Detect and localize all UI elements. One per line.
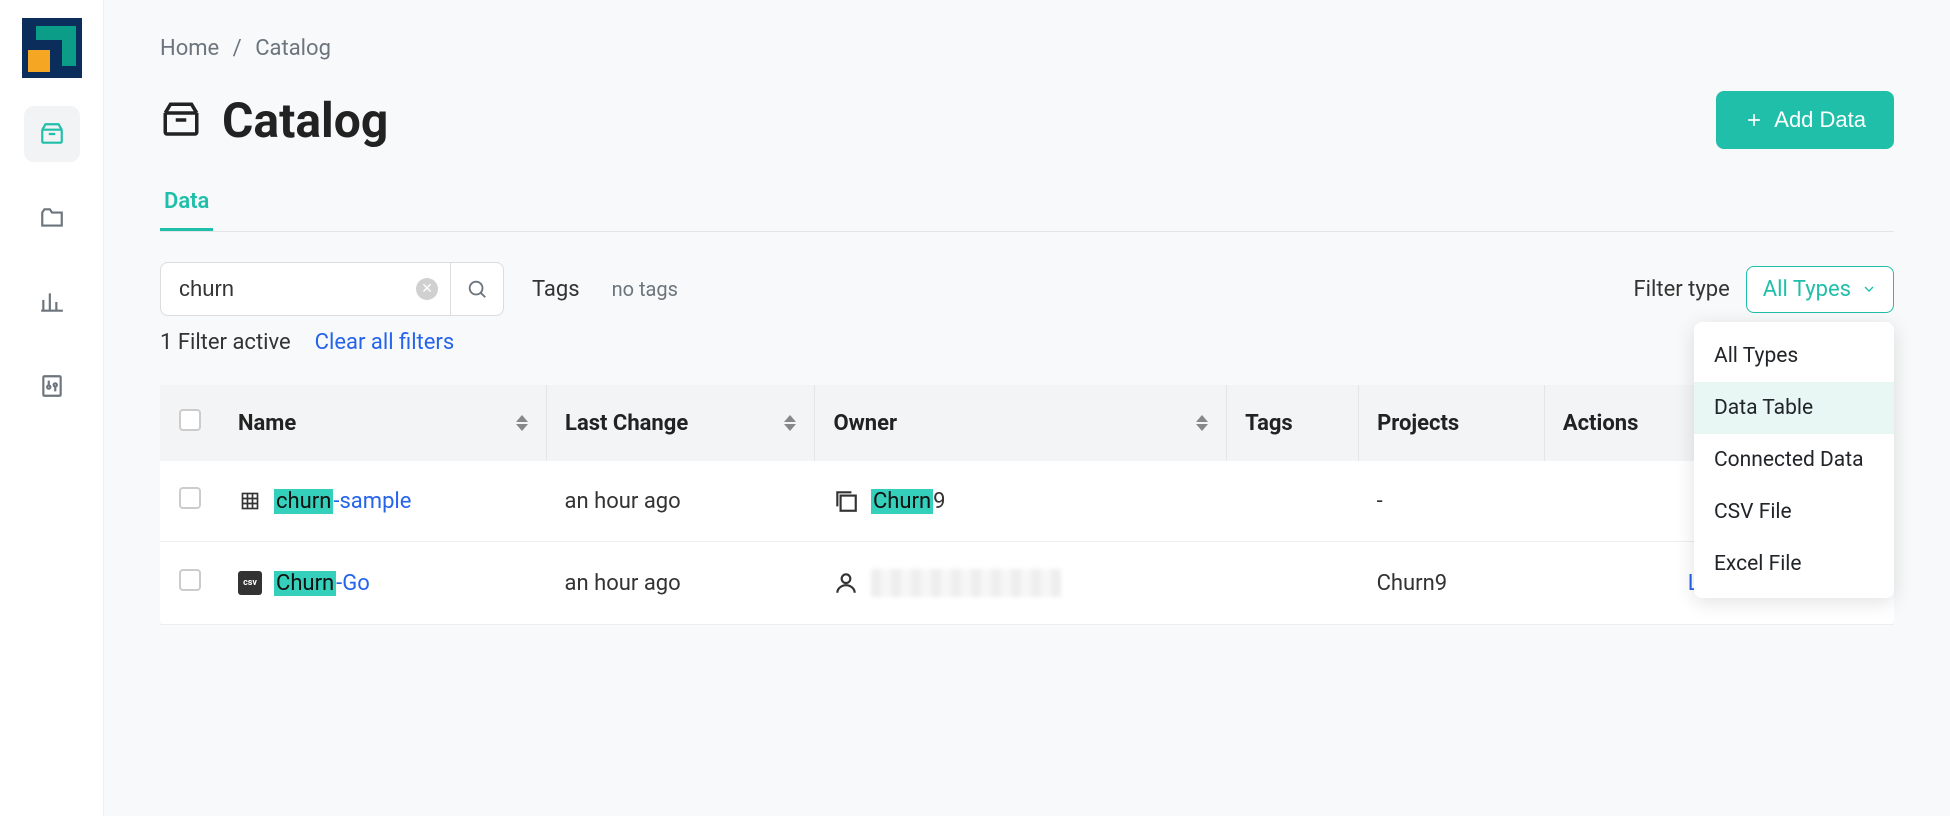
page-title-text: Catalog [222, 92, 388, 149]
row-owner[interactable]: Churn9 [833, 488, 1209, 514]
row-last-change: an hour ago [547, 461, 815, 542]
row-owner [833, 569, 1209, 597]
row-name[interactable]: Churn-Go [274, 571, 370, 596]
filter-option-connected-data[interactable]: Connected Data [1694, 434, 1894, 486]
row-projects: - [1359, 461, 1545, 542]
search-input[interactable] [160, 262, 450, 316]
sidebar [0, 0, 104, 816]
table-row: csv Churn-Go an hour ago Churn9 [160, 542, 1894, 625]
sort-icon [516, 415, 528, 431]
tab-data[interactable]: Data [160, 189, 213, 231]
column-name[interactable]: Name [220, 385, 547, 461]
breadcrumb: Home / Catalog [160, 36, 1894, 61]
sort-icon [1196, 415, 1208, 431]
filter-type-selected: All Types [1763, 277, 1851, 302]
add-data-button[interactable]: Add Data [1716, 91, 1894, 149]
clear-search-icon[interactable]: ✕ [416, 278, 438, 300]
row-checkbox[interactable] [179, 487, 201, 509]
column-tags: Tags [1227, 385, 1359, 461]
nav-chart-icon[interactable] [24, 274, 80, 330]
person-icon [833, 570, 859, 596]
data-table: Name Last Change Owner Tags Projects Act… [160, 385, 1894, 625]
clear-all-filters[interactable]: Clear all filters [315, 330, 455, 355]
breadcrumb-current: Catalog [255, 36, 331, 61]
select-all-checkbox[interactable] [179, 409, 201, 431]
breadcrumb-separator: / [233, 36, 242, 61]
sort-icon [784, 415, 796, 431]
search-icon [466, 278, 488, 300]
filter-option-all-types[interactable]: All Types [1694, 330, 1894, 382]
table-row: churn-sample an hour ago Churn9 - [160, 461, 1894, 542]
column-projects: Projects [1359, 385, 1545, 461]
filter-active-count: 1 Filter active [160, 330, 291, 355]
main-content: Home / Catalog Catalog Add Data Data ✕ [104, 0, 1950, 816]
row-name[interactable]: churn-sample [274, 489, 411, 514]
no-tags-text: no tags [612, 277, 678, 301]
catalog-icon [160, 99, 202, 141]
tags-label: Tags [532, 277, 580, 302]
stack-icon [833, 488, 859, 514]
breadcrumb-home[interactable]: Home [160, 36, 219, 61]
column-last-change[interactable]: Last Change [547, 385, 815, 461]
filter-type-menu: All Types Data Table Connected Data CSV … [1694, 322, 1894, 598]
tabs: Data [160, 189, 1894, 232]
row-checkbox[interactable] [179, 569, 201, 591]
column-owner[interactable]: Owner [815, 385, 1227, 461]
redacted-owner [871, 569, 1061, 597]
row-tags [1227, 461, 1359, 542]
app-logo [22, 18, 82, 78]
filter-option-csv-file[interactable]: CSV File [1694, 486, 1894, 538]
nav-catalog-icon[interactable] [24, 106, 80, 162]
filter-option-data-table[interactable]: Data Table [1694, 382, 1894, 434]
filter-type-label: Filter type [1634, 277, 1730, 302]
row-projects: Churn9 [1359, 542, 1545, 625]
data-table-icon [238, 489, 262, 513]
row-tags [1227, 542, 1359, 625]
filter-type-dropdown[interactable]: All Types [1746, 266, 1894, 313]
search-button[interactable] [450, 262, 504, 316]
nav-sliders-icon[interactable] [24, 358, 80, 414]
nav-folder-icon[interactable] [24, 190, 80, 246]
page-title: Catalog [160, 92, 388, 149]
plus-icon [1744, 110, 1764, 130]
csv-file-icon: csv [238, 571, 262, 595]
chevron-down-icon [1861, 281, 1877, 297]
filter-option-excel-file[interactable]: Excel File [1694, 538, 1894, 590]
add-data-label: Add Data [1774, 107, 1866, 133]
row-last-change: an hour ago [547, 542, 815, 625]
